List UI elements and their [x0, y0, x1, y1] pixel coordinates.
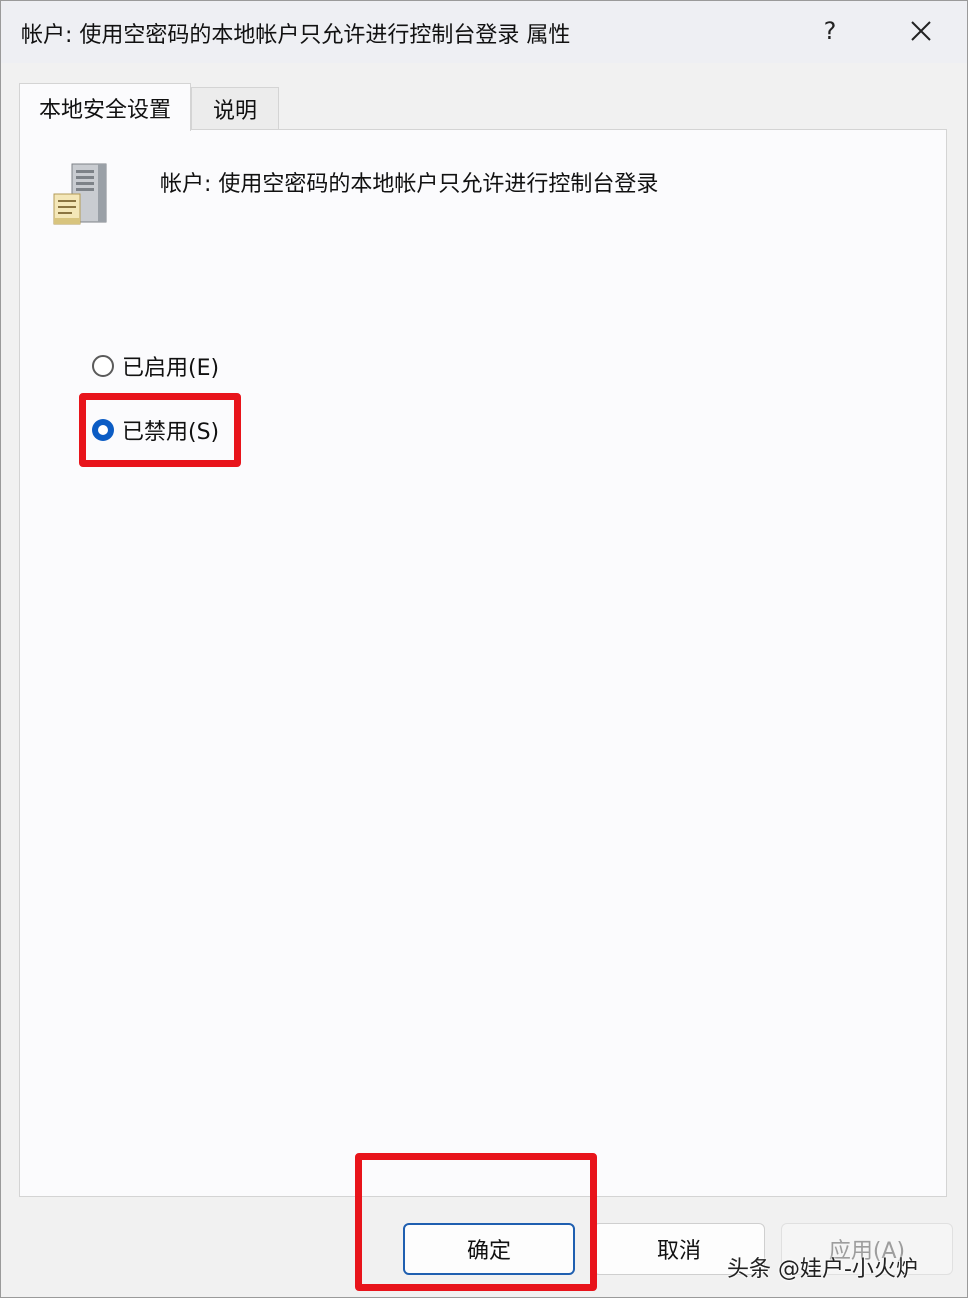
- tab-panel: 帐户: 使用空密码的本地帐户只允许进行控制台登录 已启用(E) 已禁用(S): [19, 129, 947, 1197]
- close-icon: [911, 21, 931, 41]
- highlight-box-ok-button: [355, 1153, 597, 1291]
- help-button[interactable]: ?: [807, 9, 853, 53]
- radio-enabled[interactable]: [92, 355, 114, 377]
- title-bar: 帐户: 使用空密码的本地帐户只允许进行控制台登录 属性 ?: [1, 1, 967, 63]
- radio-enabled-label: 已启用(E): [122, 356, 220, 381]
- tab-local-security-setting[interactable]: 本地安全设置: [19, 83, 191, 131]
- radio-enabled-option[interactable]: 已启用(E): [92, 350, 219, 382]
- tab-explain[interactable]: 说明: [191, 87, 279, 129]
- policy-title: 帐户: 使用空密码的本地帐户只允许进行控制台登录: [160, 172, 659, 197]
- properties-dialog: 帐户: 使用空密码的本地帐户只允许进行控制台登录 属性 ? 本地安全设置 说明 …: [0, 0, 968, 1298]
- watermark: 头条 @娃户-小火炉: [727, 1257, 918, 1282]
- highlight-box-disabled-option: [79, 393, 241, 467]
- server-policy-icon: [53, 163, 107, 225]
- close-button[interactable]: [897, 9, 945, 53]
- window-title: 帐户: 使用空密码的本地帐户只允许进行控制台登录 属性: [21, 23, 571, 48]
